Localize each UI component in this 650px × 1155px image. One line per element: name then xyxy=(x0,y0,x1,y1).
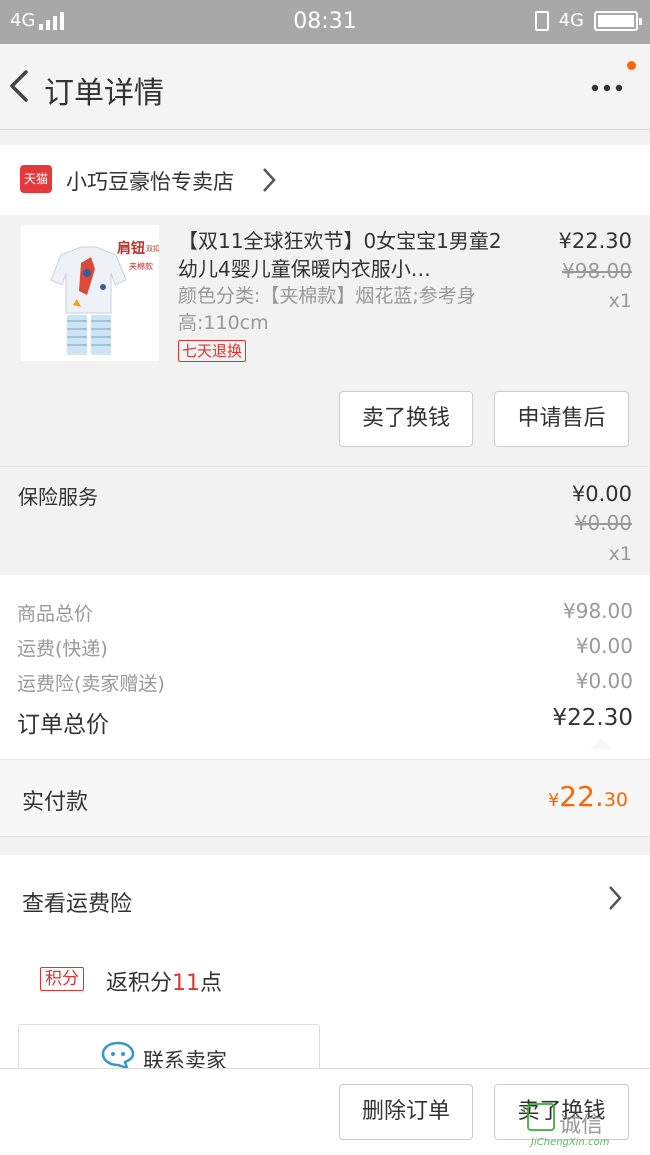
points-suffix: 点 xyxy=(200,971,223,996)
order-total-row: 订单总价 ¥22.30 xyxy=(0,705,650,738)
points-prefix: 返积分 xyxy=(106,971,173,996)
product-thumbnail[interactable]: 肩钮 双扣 夹棉款 xyxy=(21,225,160,361)
points-badge: 积分 xyxy=(40,967,84,991)
chat-bubble-icon xyxy=(101,1041,135,1069)
thumb-label-3: 夹棉款 xyxy=(129,261,153,271)
currency-symbol: ¥ xyxy=(547,790,560,811)
points-number: 11 xyxy=(172,971,201,996)
notch-decoration xyxy=(590,738,612,749)
network-label-right: 4G xyxy=(558,10,584,31)
insurance-price: ¥0.00 xyxy=(571,482,632,506)
product-item[interactable]: 肩钮 双扣 夹棉款 【双11全球狂欢节】0女宝宝1男童2幼儿4婴儿童保暖内衣服小… xyxy=(0,215,650,461)
summary-value: ¥98.00 xyxy=(563,599,633,623)
shop-header[interactable]: 天猫 小巧豆豪怡专卖店 xyxy=(0,145,650,215)
summary-label: 运费(快递) xyxy=(17,638,108,660)
sell-button[interactable]: 卖了换钱 xyxy=(339,391,473,447)
summary-row: 运费险(卖家赠送) ¥0.00 xyxy=(0,669,650,699)
insurance-label: 保险服务 xyxy=(18,485,98,509)
price-summary: 商品总价 ¥98.00 运费(快递) ¥0.00 运费险(卖家赠送) ¥0.00… xyxy=(0,575,650,759)
return-policy-badge: 七天退换 xyxy=(178,340,247,362)
actual-paid-row: 实付款 ¥22.30 xyxy=(0,759,650,837)
summary-label: 商品总价 xyxy=(17,603,94,625)
nav-bar: 订单详情 xyxy=(0,44,650,130)
order-detail-screen: 4G 08:31 4G 订单详情 天猫 小巧豆豪怡专卖店 肩钮 双扣 夹棉款 【… xyxy=(0,0,650,1155)
order-total-label: 订单总价 xyxy=(17,712,109,738)
view-freight-insurance-link[interactable]: 查看运费险 xyxy=(22,886,132,918)
summary-row: 商品总价 ¥98.00 xyxy=(0,599,650,629)
product-price: ¥22.30 xyxy=(558,229,632,253)
delete-order-button[interactable]: 删除订单 xyxy=(339,1084,473,1140)
points-reward-text: 返积分11点 xyxy=(106,965,222,997)
watermark-text: 诚信 xyxy=(559,1113,604,1138)
tmall-icon: 天猫 xyxy=(20,165,52,193)
watermark-icon xyxy=(527,1103,555,1131)
insurance-quantity: x1 xyxy=(608,543,632,565)
insurance-original-price: ¥0.00 xyxy=(574,511,632,535)
after-sale-button[interactable]: 申请售后 xyxy=(494,391,629,447)
watermark-subtext: JiChengXin.com xyxy=(531,1137,610,1148)
page-title: 订单详情 xyxy=(44,76,164,111)
amount-decimal: 30 xyxy=(603,789,628,811)
back-arrow-icon[interactable] xyxy=(6,64,36,108)
actual-paid-amount: ¥22.30 xyxy=(548,780,628,813)
shop-name[interactable]: 小巧豆豪怡专卖店 xyxy=(66,166,234,196)
watermark-logo: 诚信 JiChengXin.com xyxy=(527,1103,642,1153)
product-original-price: ¥98.00 xyxy=(562,259,632,283)
thumb-label-2: 双扣 xyxy=(146,244,159,253)
chevron-right-icon xyxy=(263,168,276,192)
summary-label: 运费险(卖家赠送) xyxy=(17,673,165,695)
product-title[interactable]: 【双11全球狂欢节】0女宝宝1男童2幼儿4婴儿童保暖内衣服小… xyxy=(178,227,508,283)
amount-integer: 22. xyxy=(559,780,604,813)
more-icon[interactable] xyxy=(590,78,624,98)
summary-value: ¥0.00 xyxy=(575,669,633,693)
status-bar: 4G 08:31 4G xyxy=(0,0,650,44)
order-total-value: ¥22.30 xyxy=(552,705,633,731)
battery-icon xyxy=(594,10,642,31)
extra-info-section: 查看运费险 积分 返积分11点 联系卖家 xyxy=(0,855,650,1084)
vibrate-icon xyxy=(534,10,549,31)
product-quantity: x1 xyxy=(608,290,632,312)
summary-row: 运费(快递) ¥0.00 xyxy=(0,634,650,664)
notification-dot xyxy=(627,61,636,70)
insurance-item: 保险服务 ¥0.00 ¥0.00 x1 xyxy=(0,466,650,574)
chevron-right-icon[interactable] xyxy=(608,885,622,911)
actual-paid-label: 实付款 xyxy=(22,790,89,815)
status-right: 4G xyxy=(534,10,642,31)
product-sku: 颜色分类:【夹棉款】烟花蓝;参考身高:110cm xyxy=(178,285,476,334)
product-image: 肩钮 双扣 夹棉款 xyxy=(21,225,160,361)
summary-value: ¥0.00 xyxy=(575,634,633,658)
thumb-label-1: 肩钮 xyxy=(117,240,145,257)
